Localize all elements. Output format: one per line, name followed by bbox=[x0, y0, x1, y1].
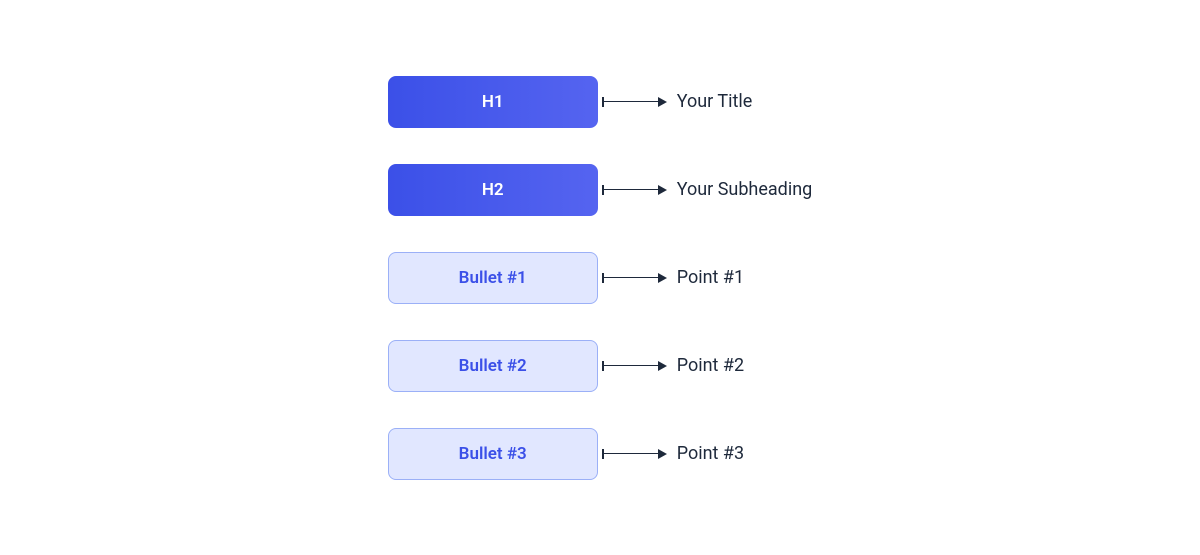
row-bullet-3: Bullet #3 Point #3 bbox=[388, 428, 813, 480]
row-h1: H1 Your Title bbox=[388, 76, 813, 128]
tag-bullet-1: Bullet #1 bbox=[388, 252, 598, 304]
label-h1: Your Title bbox=[677, 91, 753, 112]
heading-structure-diagram: H1 Your Title H2 Your Subheading Bullet … bbox=[388, 76, 813, 480]
arrow-icon bbox=[602, 97, 667, 107]
arrow-icon bbox=[602, 449, 667, 459]
tag-bullet-2: Bullet #2 bbox=[388, 340, 598, 392]
tag-bullet-3: Bullet #3 bbox=[388, 428, 598, 480]
tag-bullet-3-text: Bullet #3 bbox=[459, 444, 527, 464]
tag-h1-text: H1 bbox=[482, 92, 504, 112]
row-bullet-1: Bullet #1 Point #1 bbox=[388, 252, 813, 304]
tag-h2: H2 bbox=[388, 164, 598, 216]
tag-bullet-2-text: Bullet #2 bbox=[459, 356, 527, 376]
arrow-icon bbox=[602, 185, 667, 195]
tag-h1: H1 bbox=[388, 76, 598, 128]
arrow-icon bbox=[602, 361, 667, 371]
arrow-icon bbox=[602, 273, 667, 283]
tag-h2-text: H2 bbox=[482, 180, 504, 200]
tag-bullet-1-text: Bullet #1 bbox=[459, 268, 527, 288]
label-bullet-1: Point #1 bbox=[677, 267, 744, 288]
row-bullet-2: Bullet #2 Point #2 bbox=[388, 340, 813, 392]
row-h2: H2 Your Subheading bbox=[388, 164, 813, 216]
label-bullet-3: Point #3 bbox=[677, 443, 744, 464]
label-bullet-2: Point #2 bbox=[677, 355, 744, 376]
label-h2: Your Subheading bbox=[677, 179, 813, 200]
